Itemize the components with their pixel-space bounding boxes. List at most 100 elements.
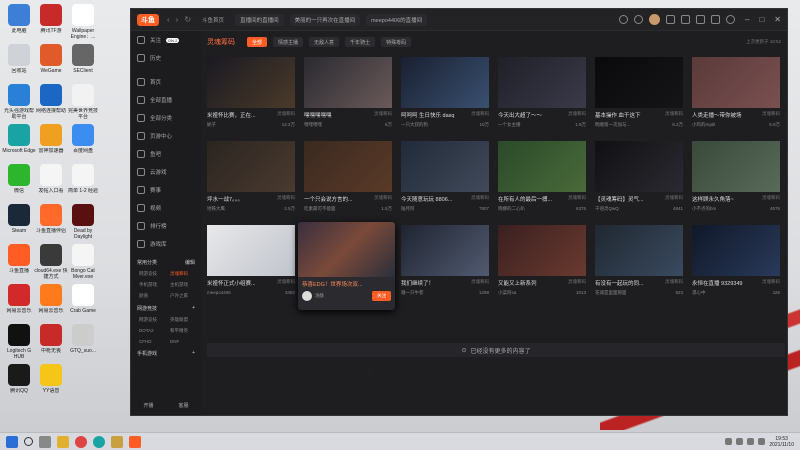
filter-tag[interactable]: 千年骑士 — [345, 37, 376, 47]
volume-icon[interactable] — [747, 438, 755, 445]
stream-thumbnail[interactable] — [304, 141, 392, 192]
stream-title[interactable]: 一个只会说方言的... — [304, 195, 353, 203]
message-icon[interactable] — [666, 15, 675, 24]
category-link[interactable]: CFHD — [139, 339, 170, 344]
stream-title[interactable]: 今天随意玩玩 8806... — [401, 195, 452, 203]
stream-card[interactable]: 我们继续了！ 灵魂筹码 嗷一只牛客 1298 — [401, 225, 489, 298]
avatar[interactable] — [649, 14, 660, 25]
streamer-name[interactable]: 明顺第一次加与... — [595, 122, 630, 128]
maximize-button[interactable]: □ — [759, 15, 764, 24]
stream-title[interactable]: 今天出大超了～～ — [498, 111, 542, 119]
desktop-icon[interactable]: 完美世界竞技平台 — [67, 84, 99, 120]
follow-button[interactable]: 关注 — [372, 291, 391, 301]
streamer-name[interactable]: 妮子 — [207, 122, 216, 128]
preview-title[interactable]: 恭喜EDG！世界场次双... — [298, 277, 395, 291]
stream-title[interactable]: 又能又上新系列 — [498, 279, 537, 287]
streamer-name[interactable]: 吃素最可不能面 — [304, 206, 336, 212]
desktop-icon[interactable]: 腾讯QQ — [3, 364, 35, 394]
stream-thumbnail[interactable] — [401, 141, 489, 192]
back-icon[interactable]: ‹ — [167, 15, 170, 24]
category-link[interactable]: 手机游戏 — [139, 282, 170, 288]
streamer-name[interactable]: 陆月阿 — [401, 206, 415, 212]
stream-title[interactable]: 我们继续了！ — [401, 279, 434, 287]
stream-title[interactable]: 坪水一战7。。。 — [207, 195, 243, 203]
desktop-icon[interactable]: Crab Game — [67, 284, 99, 314]
sidebar-item-3[interactable]: 页游中心 — [131, 127, 201, 145]
close-button[interactable]: ✕ — [774, 15, 781, 24]
desktop-icon[interactable]: 光头强游戏帮助平台 — [3, 84, 35, 120]
stream-thumbnail[interactable] — [692, 225, 780, 276]
sidebar-item-follow[interactable]: 关注 ON 2 — [131, 31, 201, 49]
filter-tag[interactable]: 无敌人意 — [309, 37, 340, 47]
tab-room-1[interactable]: 直播间的直播间 — [235, 13, 284, 26]
desktop-icon[interactable]: 网易云音乐 — [35, 284, 67, 314]
category-link[interactable]: 灵魂筹码 — [170, 271, 201, 277]
desktop-icon[interactable]: 斗鱼直播伴侣 — [35, 204, 67, 234]
stream-title[interactable]: 呵呵呵 生日快乐 dasq — [401, 111, 454, 119]
refresh-icon[interactable]: ↻ — [184, 15, 191, 24]
streamer-name[interactable]: 嗷一只牛客 — [401, 290, 424, 296]
sidebar-item-history[interactable]: 历史 — [131, 49, 201, 67]
stream-card[interactable]: 又能又上新系列 灵魂筹码 小菜阿sa 1013 — [498, 225, 586, 298]
start-stream-button[interactable]: 开播 — [143, 402, 153, 409]
stream-card[interactable]: 今天出大超了～～ 灵魂筹码 一个女主播 1.9万 — [498, 57, 586, 130]
minimize-button[interactable]: – — [745, 15, 749, 24]
desktop-icon[interactable]: 腾讯TF游 — [35, 4, 67, 34]
streamer-name[interactable]: 洛酥 — [315, 293, 324, 299]
desktop-icon[interactable]: Wallpaper Engine：... — [67, 4, 99, 40]
desktop-icon[interactable]: GTQ_suo... — [67, 324, 99, 354]
desktop-icon[interactable]: Microsoft Edge — [2, 124, 36, 154]
stream-title[interactable]: 嘿嘿嘿嘿嘿 — [304, 111, 332, 119]
stream-title[interactable]: 永恒在直播 9329349 — [692, 279, 742, 287]
streamer-name[interactable]: 小不点的bm — [692, 206, 716, 212]
tab-room-2[interactable]: 美丽的一只再次在直播间 — [289, 13, 361, 26]
tab-home[interactable]: 斗鱼首页 — [197, 14, 229, 26]
desktop-icon[interactable]: 百度网盘 — [67, 124, 99, 154]
stream-thumbnail[interactable] — [401, 225, 489, 276]
stream-title[interactable]: 这样顾永久角落~ — [692, 195, 734, 203]
file-explorer-icon[interactable] — [57, 435, 69, 448]
stream-thumbnail[interactable] — [498, 141, 586, 192]
sidebar-item-7[interactable]: 视频 — [131, 199, 201, 217]
desktop-icon[interactable]: 斗鱼直播 — [3, 244, 35, 274]
settings-icon[interactable] — [726, 15, 735, 24]
sidebar-item-1[interactable]: 全部直播 — [131, 91, 201, 109]
chevron-up-icon[interactable] — [725, 438, 733, 445]
streamer-name[interactable]: 晓娜的二心叭 — [498, 206, 525, 212]
desktop-icon[interactable]: 微信 — [3, 164, 35, 194]
stream-card[interactable]: 在所有人的最后一搏... 灵魂筹码 晓娜的二心叭 6375 — [498, 141, 586, 214]
stream-card[interactable]: 有没有一起玩的同... 灵魂筹码 花城是里面那面 623 — [595, 225, 683, 298]
desktop-icon[interactable]: 此电脑 — [3, 4, 35, 34]
desktop-icon[interactable]: 网易云音乐 — [3, 284, 35, 314]
search-icon[interactable] — [634, 15, 643, 24]
filter-tag[interactable]: 全部 — [247, 37, 268, 47]
category-link[interactable]: 户外之家 — [170, 293, 201, 299]
stream-title[interactable]: 米娅怀正式小组赛... — [207, 279, 256, 287]
streamer-name[interactable]: 花城是里面那面 — [595, 290, 627, 296]
sidebar-item-9[interactable]: 游戏库 — [131, 235, 201, 253]
common-category-edit[interactable]: 编辑 — [185, 259, 195, 266]
folder-icon[interactable] — [111, 435, 123, 448]
desktop-icon[interactable]: SEClient — [67, 44, 99, 74]
sidebar-item-0[interactable]: 首页 — [131, 73, 201, 91]
stream-card[interactable]: 一个只会说方言的... 灵魂筹码 吃素最可不能面 1.5万 — [304, 141, 392, 214]
desktop-icon[interactable]: 发帖入口看 — [35, 164, 67, 194]
support-button[interactable]: 客服 — [178, 402, 188, 409]
stream-card[interactable]: 坪水一战7。。。 灵魂筹码 地铁大鹰 2.5万 — [207, 141, 295, 214]
desktop-icon[interactable]: WeGame — [35, 44, 67, 74]
stream-thumbnail[interactable] — [207, 225, 295, 276]
stream-card[interactable]: 呵呵呵 生日快乐 dasq 灵魂筹码 一只大叔的狗 10万 — [401, 57, 489, 130]
category-link[interactable]: 和平精英 — [170, 328, 201, 334]
stream-card[interactable]: 这样顾永久角落~ 灵魂筹码 小不点的bm 4676 — [692, 141, 780, 214]
stream-thumbnail[interactable] — [401, 57, 489, 108]
sidebar-item-6[interactable]: 赛事 — [131, 181, 201, 199]
stream-title[interactable]: 【灵魂筹码】灵气... — [595, 195, 644, 203]
streamer-name[interactable]: 小鸡的reptil — [692, 122, 715, 128]
desktop-icon[interactable]: cloud64.exe 快捷方式 — [34, 244, 68, 280]
stream-thumbnail[interactable] — [595, 141, 683, 192]
chrome-icon[interactable] — [75, 435, 87, 448]
stream-thumbnail[interactable] — [207, 141, 295, 192]
filter-tag[interactable]: 特殊筹码 — [381, 37, 412, 47]
plus-icon[interactable]: + — [192, 350, 195, 357]
sidebar-item-2[interactable]: 全部分类 — [131, 109, 201, 127]
